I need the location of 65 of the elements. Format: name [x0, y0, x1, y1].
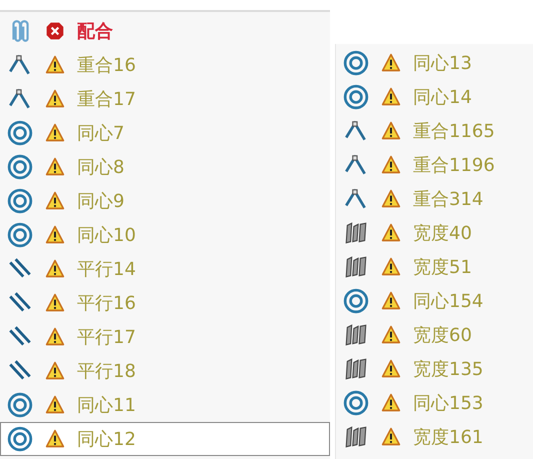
concentric-circles-icon	[7, 222, 33, 248]
warning-icon	[381, 359, 401, 379]
concentric-circles-icon	[343, 390, 369, 416]
mate-list-item[interactable]: 宽度40	[336, 216, 533, 250]
mate-list-item[interactable]: 同心14	[336, 80, 533, 114]
concentric-circles-icon	[343, 50, 369, 76]
warning-icon	[45, 225, 65, 245]
warning-icon	[45, 123, 65, 143]
warning-icon	[45, 361, 65, 381]
mate-list-item[interactable]: 平行17	[0, 320, 330, 354]
warning-icon	[381, 189, 401, 209]
mate-list-item[interactable]: 平行14	[0, 252, 330, 286]
concentric-circles-icon	[7, 426, 33, 452]
mate-list-item[interactable]: 宽度51	[336, 250, 533, 284]
warning-icon	[45, 191, 65, 211]
warning-icon	[381, 87, 401, 107]
concentric-circles-icon	[7, 154, 33, 180]
warning-icon	[381, 53, 401, 73]
mate-list-item[interactable]: 同心154	[336, 284, 533, 318]
mate-list-item[interactable]: 同心153	[336, 386, 533, 420]
concentric-circles-icon	[343, 288, 369, 314]
width-bars-icon	[343, 356, 369, 382]
warning-icon	[45, 259, 65, 279]
warning-icon	[381, 325, 401, 345]
mate-list-item[interactable]: 同心9	[0, 184, 330, 218]
mate-list-item[interactable]: 重合16	[0, 48, 330, 82]
width-bars-icon	[343, 220, 369, 246]
mate-list-item[interactable]: 重合314	[336, 182, 533, 216]
warning-icon	[45, 55, 65, 75]
mate-list-item[interactable]: 同心11	[0, 388, 330, 422]
warning-icon	[381, 155, 401, 175]
mate-list-item[interactable]: 同心12	[0, 422, 330, 456]
concentric-circles-icon	[7, 120, 33, 146]
mate-list-item[interactable]: 同心13	[336, 46, 533, 80]
warning-icon	[45, 327, 65, 347]
warning-icon	[45, 157, 65, 177]
concentric-circles-icon	[343, 84, 369, 110]
mate-list-item[interactable]: 重合1165	[336, 114, 533, 148]
width-bars-icon	[343, 254, 369, 280]
warning-icon	[381, 427, 401, 447]
warning-icon	[381, 121, 401, 141]
warning-icon	[45, 89, 65, 109]
warning-icon	[45, 395, 65, 415]
warning-icon	[45, 429, 65, 449]
warning-icon	[45, 293, 65, 313]
concentric-circles-icon	[7, 392, 33, 418]
mate-list-item[interactable]: 平行16	[0, 286, 330, 320]
mate-list-item[interactable]: 同心7	[0, 116, 330, 150]
warning-icon	[381, 257, 401, 277]
error-icon	[45, 21, 65, 41]
width-bars-icon	[343, 322, 369, 348]
mate-list-item[interactable]: 宽度135	[336, 352, 533, 386]
mate-list-item[interactable]: 同心10	[0, 218, 330, 252]
concentric-circles-icon	[7, 188, 33, 214]
warning-icon	[381, 393, 401, 413]
mate-list-item[interactable]: 重合1196	[336, 148, 533, 182]
mate-list-item[interactable]: 配合	[0, 14, 330, 48]
mate-list-item[interactable]: 宽度60	[336, 318, 533, 352]
width-bars-icon	[343, 424, 369, 450]
mate-list-item[interactable]: 平行18	[0, 354, 330, 388]
mate-list-item[interactable]: 重合17	[0, 82, 330, 116]
mate-list-item[interactable]: 同心8	[0, 150, 330, 184]
warning-icon	[381, 291, 401, 311]
warning-icon	[381, 223, 401, 243]
mate-list-item[interactable]: 宽度161	[336, 420, 533, 454]
